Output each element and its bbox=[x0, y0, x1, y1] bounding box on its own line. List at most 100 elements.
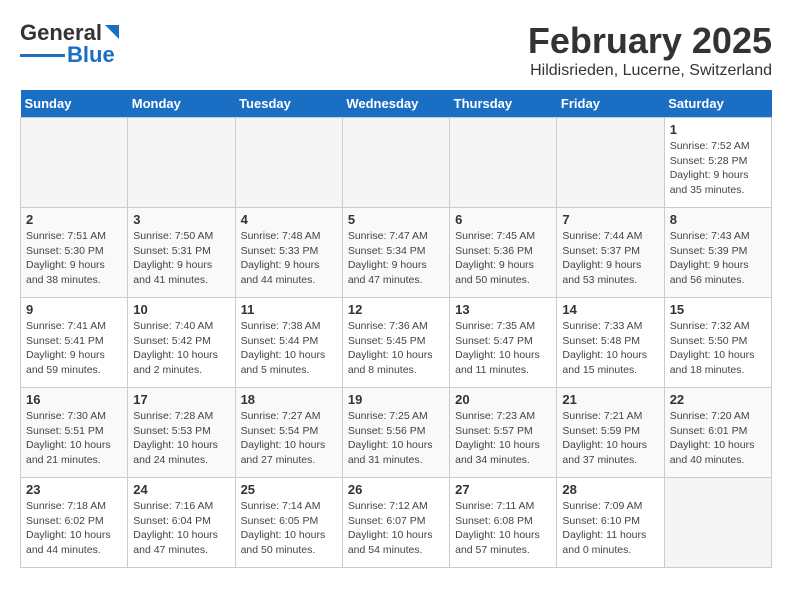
calendar-cell: 26 Sunrise: 7:12 AM Sunset: 6:07 PM Dayli… bbox=[342, 478, 449, 568]
calendar-cell: 18 Sunrise: 7:27 AM Sunset: 5:54 PM Dayli… bbox=[235, 388, 342, 478]
calendar-cell bbox=[450, 118, 557, 208]
day-info: Sunrise: 7:23 AM Sunset: 5:57 PM Dayligh… bbox=[455, 409, 551, 468]
day-number: 25 bbox=[241, 482, 337, 497]
calendar-cell: 27Sunrise: 7:11 AM Sunset: 6:08 PM Dayli… bbox=[450, 478, 557, 568]
day-info: Sunrise: 7:40 AM Sunset: 5:42 PM Dayligh… bbox=[133, 319, 229, 378]
day-number: 3 bbox=[133, 212, 229, 227]
calendar-cell: 20 Sunrise: 7:23 AM Sunset: 5:57 PM Dayli… bbox=[450, 388, 557, 478]
calendar-cell: 10 Sunrise: 7:40 AM Sunset: 5:42 PM Dayli… bbox=[128, 298, 235, 388]
day-number: 15 bbox=[670, 302, 766, 317]
day-info: Sunrise: 7:27 AM Sunset: 5:54 PM Dayligh… bbox=[241, 409, 337, 468]
calendar-cell: 25 Sunrise: 7:14 AM Sunset: 6:05 PM Dayli… bbox=[235, 478, 342, 568]
calendar-cell: 8Sunrise: 7:43 AM Sunset: 5:39 PM Daylig… bbox=[664, 208, 771, 298]
day-info: Sunrise: 7:11 AM Sunset: 6:08 PM Dayligh… bbox=[455, 499, 551, 558]
logo-underline bbox=[20, 54, 65, 57]
calendar-cell: 17 Sunrise: 7:28 AM Sunset: 5:53 PM Dayli… bbox=[128, 388, 235, 478]
col-header-saturday: Saturday bbox=[664, 90, 771, 118]
day-info: Sunrise: 7:44 AM Sunset: 5:37 PM Dayligh… bbox=[562, 229, 658, 288]
day-info: Sunrise: 7:14 AM Sunset: 6:05 PM Dayligh… bbox=[241, 499, 337, 558]
day-info: Sunrise: 7:20 AM Sunset: 6:01 PM Dayligh… bbox=[670, 409, 766, 468]
calendar-week-row: 2 Sunrise: 7:51 AM Sunset: 5:30 PM Daylig… bbox=[21, 208, 772, 298]
calendar-cell: 9 Sunrise: 7:41 AM Sunset: 5:41 PM Daylig… bbox=[21, 298, 128, 388]
day-number: 10 bbox=[133, 302, 229, 317]
calendar-cell: 2 Sunrise: 7:51 AM Sunset: 5:30 PM Daylig… bbox=[21, 208, 128, 298]
day-info: Sunrise: 7:52 AM Sunset: 5:28 PM Dayligh… bbox=[670, 139, 766, 198]
day-info: Sunrise: 7:32 AM Sunset: 5:50 PM Dayligh… bbox=[670, 319, 766, 378]
calendar-cell: 6Sunrise: 7:45 AM Sunset: 5:36 PM Daylig… bbox=[450, 208, 557, 298]
col-header-monday: Monday bbox=[128, 90, 235, 118]
calendar-cell: 7 Sunrise: 7:44 AM Sunset: 5:37 PM Daylig… bbox=[557, 208, 664, 298]
day-info: Sunrise: 7:41 AM Sunset: 5:41 PM Dayligh… bbox=[26, 319, 122, 378]
col-header-tuesday: Tuesday bbox=[235, 90, 342, 118]
col-header-wednesday: Wednesday bbox=[342, 90, 449, 118]
calendar-cell bbox=[342, 118, 449, 208]
calendar-cell: 1Sunrise: 7:52 AM Sunset: 5:28 PM Daylig… bbox=[664, 118, 771, 208]
day-info: Sunrise: 7:35 AM Sunset: 5:47 PM Dayligh… bbox=[455, 319, 551, 378]
calendar-week-row: 23 Sunrise: 7:18 AM Sunset: 6:02 PM Dayli… bbox=[21, 478, 772, 568]
calendar-cell: 19Sunrise: 7:25 AM Sunset: 5:56 PM Dayli… bbox=[342, 388, 449, 478]
calendar-cell bbox=[21, 118, 128, 208]
calendar-cell: 12 Sunrise: 7:36 AM Sunset: 5:45 PM Dayli… bbox=[342, 298, 449, 388]
day-number: 28 bbox=[562, 482, 658, 497]
day-number: 26 bbox=[348, 482, 444, 497]
day-number: 5 bbox=[348, 212, 444, 227]
calendar-cell: 28 Sunrise: 7:09 AM Sunset: 6:10 PM Dayli… bbox=[557, 478, 664, 568]
calendar-cell: 13 Sunrise: 7:35 AM Sunset: 5:47 PM Dayli… bbox=[450, 298, 557, 388]
calendar-cell: 11Sunrise: 7:38 AM Sunset: 5:44 PM Dayli… bbox=[235, 298, 342, 388]
day-number: 23 bbox=[26, 482, 122, 497]
calendar-cell bbox=[128, 118, 235, 208]
day-number: 2 bbox=[26, 212, 122, 227]
day-number: 16 bbox=[26, 392, 122, 407]
day-info: Sunrise: 7:51 AM Sunset: 5:30 PM Dayligh… bbox=[26, 229, 122, 288]
location: Hildisrieden, Lucerne, Switzerland bbox=[528, 62, 772, 80]
day-info: Sunrise: 7:28 AM Sunset: 5:53 PM Dayligh… bbox=[133, 409, 229, 468]
calendar-cell bbox=[664, 478, 771, 568]
day-number: 9 bbox=[26, 302, 122, 317]
day-info: Sunrise: 7:47 AM Sunset: 5:34 PM Dayligh… bbox=[348, 229, 444, 288]
month-title: February 2025 bbox=[528, 20, 772, 62]
calendar-cell: 4 Sunrise: 7:48 AM Sunset: 5:33 PM Daylig… bbox=[235, 208, 342, 298]
day-info: Sunrise: 7:16 AM Sunset: 6:04 PM Dayligh… bbox=[133, 499, 229, 558]
day-number: 20 bbox=[455, 392, 551, 407]
day-info: Sunrise: 7:50 AM Sunset: 5:31 PM Dayligh… bbox=[133, 229, 229, 288]
calendar-cell: 15 Sunrise: 7:32 AM Sunset: 5:50 PM Dayli… bbox=[664, 298, 771, 388]
day-number: 24 bbox=[133, 482, 229, 497]
calendar-cell: 23 Sunrise: 7:18 AM Sunset: 6:02 PM Dayli… bbox=[21, 478, 128, 568]
calendar-cell: 5 Sunrise: 7:47 AM Sunset: 5:34 PM Daylig… bbox=[342, 208, 449, 298]
calendar-cell bbox=[235, 118, 342, 208]
calendar-week-row: 16 Sunrise: 7:30 AM Sunset: 5:51 PM Dayli… bbox=[21, 388, 772, 478]
page-header: General Blue February 2025 Hildisrieden,… bbox=[20, 20, 772, 80]
day-info: Sunrise: 7:36 AM Sunset: 5:45 PM Dayligh… bbox=[348, 319, 444, 378]
col-header-thursday: Thursday bbox=[450, 90, 557, 118]
calendar-cell: 14 Sunrise: 7:33 AM Sunset: 5:48 PM Dayli… bbox=[557, 298, 664, 388]
day-number: 8 bbox=[670, 212, 766, 227]
day-number: 7 bbox=[562, 212, 658, 227]
day-info: Sunrise: 7:12 AM Sunset: 6:07 PM Dayligh… bbox=[348, 499, 444, 558]
calendar-cell: 21Sunrise: 7:21 AM Sunset: 5:59 PM Dayli… bbox=[557, 388, 664, 478]
day-number: 22 bbox=[670, 392, 766, 407]
calendar-cell bbox=[557, 118, 664, 208]
day-number: 18 bbox=[241, 392, 337, 407]
day-number: 19 bbox=[348, 392, 444, 407]
day-info: Sunrise: 7:18 AM Sunset: 6:02 PM Dayligh… bbox=[26, 499, 122, 558]
day-number: 6 bbox=[455, 212, 551, 227]
title-block: February 2025 Hildisrieden, Lucerne, Swi… bbox=[528, 20, 772, 80]
logo: General Blue bbox=[20, 20, 119, 68]
day-number: 4 bbox=[241, 212, 337, 227]
calendar-cell: 22 Sunrise: 7:20 AM Sunset: 6:01 PM Dayli… bbox=[664, 388, 771, 478]
calendar-table: SundayMondayTuesdayWednesdayThursdayFrid… bbox=[20, 90, 772, 568]
day-info: Sunrise: 7:09 AM Sunset: 6:10 PM Dayligh… bbox=[562, 499, 658, 558]
day-number: 14 bbox=[562, 302, 658, 317]
calendar-cell: 24 Sunrise: 7:16 AM Sunset: 6:04 PM Dayli… bbox=[128, 478, 235, 568]
calendar-week-row: 9 Sunrise: 7:41 AM Sunset: 5:41 PM Daylig… bbox=[21, 298, 772, 388]
logo-icon bbox=[105, 25, 119, 39]
day-number: 12 bbox=[348, 302, 444, 317]
day-info: Sunrise: 7:48 AM Sunset: 5:33 PM Dayligh… bbox=[241, 229, 337, 288]
day-info: Sunrise: 7:33 AM Sunset: 5:48 PM Dayligh… bbox=[562, 319, 658, 378]
day-info: Sunrise: 7:30 AM Sunset: 5:51 PM Dayligh… bbox=[26, 409, 122, 468]
day-number: 13 bbox=[455, 302, 551, 317]
logo-blue: Blue bbox=[67, 42, 115, 68]
day-info: Sunrise: 7:21 AM Sunset: 5:59 PM Dayligh… bbox=[562, 409, 658, 468]
col-header-friday: Friday bbox=[557, 90, 664, 118]
day-number: 17 bbox=[133, 392, 229, 407]
